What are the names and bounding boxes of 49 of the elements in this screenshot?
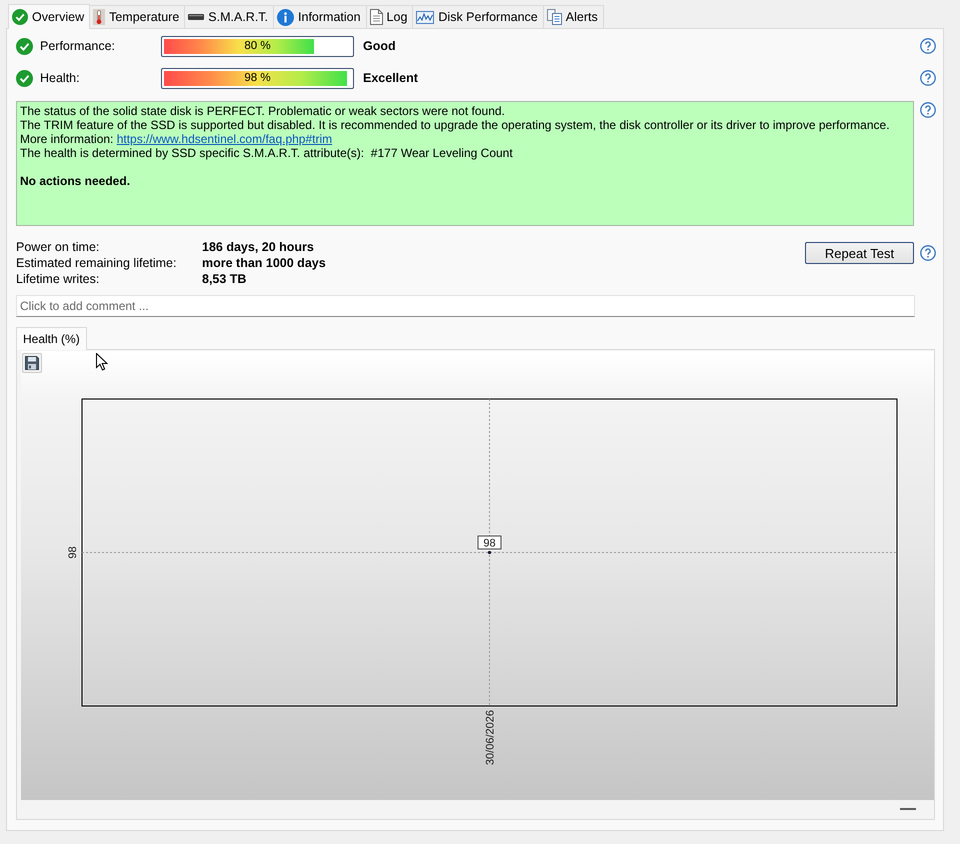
detail-label: Lifetime writes:: [16, 271, 100, 287]
tab[interactable]: Temperature: [90, 5, 186, 28]
detail-value: 186 days, 20 hours: [202, 239, 315, 255]
dash-icon: [900, 808, 916, 810]
faq-link[interactable]: https://www.hdsentinel.com/faq.php#trim: [116, 132, 332, 146]
status-text: More information: https://www.hdsentinel.com/faq.php#trim: [20, 132, 332, 146]
line-chart-icon: [416, 10, 434, 24]
repeat-test-button[interactable]: Repeat Test: [805, 242, 914, 264]
thermometer-icon: [93, 9, 106, 25]
help-icon[interactable]: [920, 245, 936, 261]
comment-field[interactable]: Click to add comment ...: [16, 295, 915, 317]
help-icon[interactable]: [920, 38, 936, 54]
percent-label: 80 %: [244, 39, 271, 53]
x-axis-label: 30/06/2026: [484, 710, 496, 766]
save-button[interactable]: [22, 353, 42, 373]
documents-icon: [546, 9, 562, 25]
status-conclusion: No actions needed.: [20, 174, 130, 188]
cursor-icon: [96, 353, 108, 371]
rating-verdict: Excellent: [363, 71, 418, 85]
rating-label: Performance:: [40, 39, 116, 53]
tab[interactable]: Alerts: [544, 5, 604, 28]
chart-tab[interactable]: Health (%): [16, 327, 87, 350]
tab[interactable]: Overview: [8, 4, 90, 29]
document-icon: [370, 9, 383, 25]
info-icon: [277, 8, 294, 26]
rating-label: Health:: [40, 71, 81, 85]
detail-value: more than 1000 days: [202, 255, 326, 271]
status-text: The health is determined by SSD specific S.M.A.R.T. attribute(s): #177 Wear Leveling Count: [20, 146, 513, 160]
status-text: The TRIM feature of the SSD is supported but disabled. It is recommended to upgrade the operating system, the disk controller or its driver to improve performance.: [20, 118, 890, 132]
data-label: 98: [478, 536, 502, 550]
check-icon: [16, 70, 33, 86]
rating-verdict: Good: [363, 39, 396, 53]
percent-label: 98 %: [244, 71, 271, 85]
check-icon: [16, 38, 33, 54]
tab[interactable]: S.M.A.R.T.: [185, 5, 274, 28]
y-axis-label: 98: [67, 546, 79, 559]
tab[interactable]: Log: [366, 5, 414, 28]
tab[interactable]: Disk Performance: [413, 5, 544, 28]
data-point: [488, 550, 492, 554]
help-icon[interactable]: [920, 70, 936, 86]
check-icon: [12, 9, 28, 25]
bar-icon: [188, 14, 204, 20]
detail-label: Estimated remaining lifetime:: [16, 255, 178, 271]
status-text: The status of the solid state disk is PERFECT. Problematic or weak sectors were not found.: [20, 104, 505, 118]
floppy-icon: [25, 356, 39, 370]
detail-value: 8,53 TB: [202, 271, 248, 287]
help-icon[interactable]: [920, 102, 936, 118]
tab[interactable]: Information: [274, 5, 367, 28]
detail-label: Power on time:: [16, 239, 100, 255]
